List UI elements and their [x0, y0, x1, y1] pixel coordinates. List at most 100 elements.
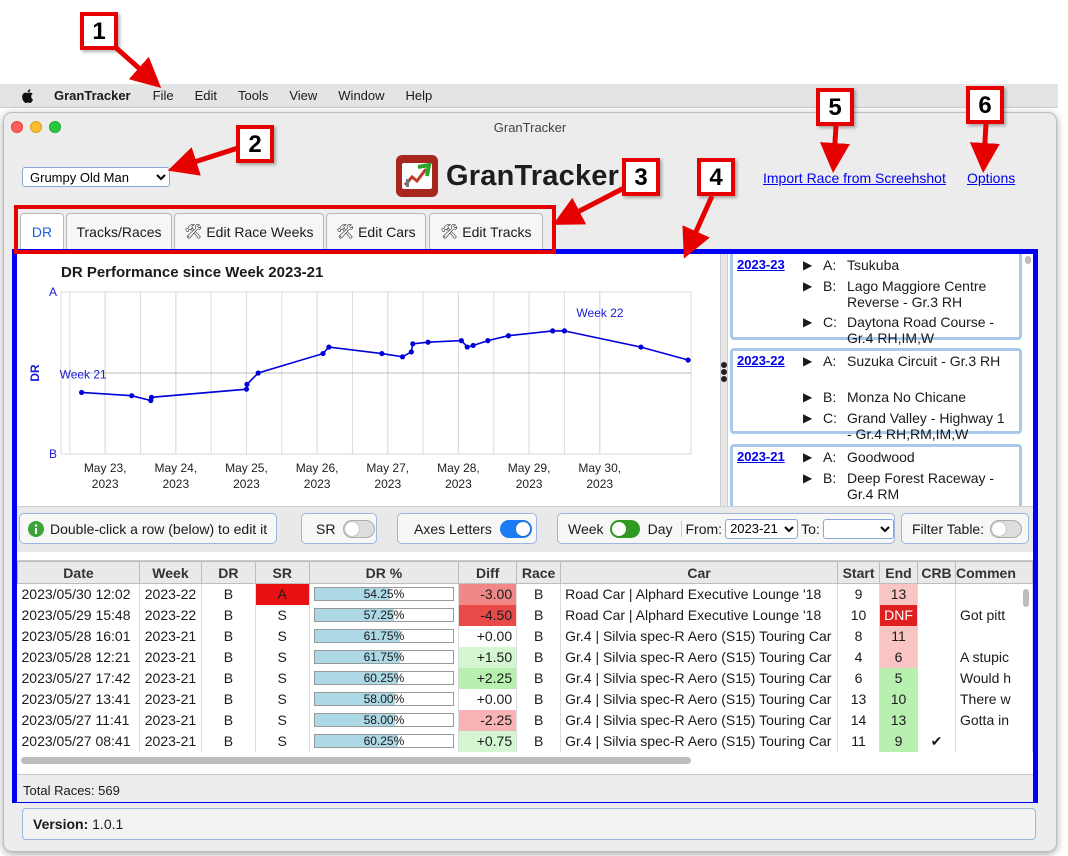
table-row[interactable]: 2023/05/27 08:41 2023-21 B S 60.25% +0.75 B Gr.…	[17, 730, 1033, 752]
callout-3: 3	[622, 158, 660, 196]
column-header[interactable]: DR %	[308, 561, 460, 584]
column-header[interactable]: Car	[560, 561, 839, 584]
cell-dr-pct: 61.75%	[309, 625, 460, 647]
weeks-scrollbar[interactable]	[1025, 256, 1031, 264]
cell-crb	[917, 604, 956, 626]
cell-diff: +0.00	[458, 688, 518, 710]
horizontal-scrollbar[interactable]	[21, 757, 691, 764]
column-header[interactable]: SR	[254, 561, 310, 584]
table-row[interactable]: 2023/05/28 12:21 2023-21 B S 61.75% +1.50 B Gr.…	[17, 646, 1033, 668]
cell-date: 2023/05/27 17:42	[17, 667, 140, 689]
x-tick-label: 2023	[92, 477, 119, 491]
profile-select[interactable]: Grumpy Old Man	[22, 167, 170, 187]
menu-help[interactable]: Help	[406, 88, 433, 103]
table-row[interactable]: 2023/05/27 13:41 2023-21 B S 58.00% +0.00 B Gr.…	[17, 688, 1033, 710]
callout-4: 4	[697, 158, 735, 196]
cell-date: 2023/05/27 08:41	[17, 730, 140, 752]
import-race-link[interactable]: Import Race from Screehshot	[763, 170, 946, 186]
track-entry: ▶ B: Monza No Chicane	[803, 389, 1013, 405]
sr-toggle-group: SR	[301, 513, 377, 544]
chart-logo-icon	[396, 155, 438, 197]
dr-progress-text: 57.25%	[363, 608, 405, 622]
cell-crb	[917, 688, 956, 710]
play-icon: ▶	[803, 471, 813, 485]
axes-letters-toggle[interactable]	[499, 519, 532, 538]
dr-progress-text: 60.25%	[363, 734, 405, 748]
column-header[interactable]: Diff	[458, 561, 518, 584]
cell-race: B	[516, 709, 562, 731]
data-point	[464, 344, 470, 350]
week-label: Week	[568, 520, 604, 537]
race-week-link[interactable]: 2023-21	[737, 449, 785, 464]
column-header[interactable]: Start	[837, 561, 881, 584]
cell-sr: S	[255, 604, 310, 626]
race-week-link[interactable]: 2023-22	[737, 353, 785, 368]
menu-file[interactable]: File	[153, 88, 174, 103]
logo-text: GranTracker	[446, 159, 620, 192]
x-tick-label: May 30,	[578, 461, 621, 475]
cell-start: 11	[837, 730, 881, 752]
table-row[interactable]: 2023/05/28 16:01 2023-21 B S 61.75% +0.00 B Gr.…	[17, 625, 1033, 647]
play-icon: ▶	[803, 279, 813, 293]
week-day-toggle[interactable]	[609, 519, 640, 538]
race-week-card: 2023-23 ▶ A: Tsukuba ▶ B: Lago Maggiore Centre…	[730, 254, 1022, 346]
column-header[interactable]: Date	[17, 561, 140, 584]
cell-dr-pct: 61.75%	[309, 646, 460, 668]
from-select[interactable]: 2023-21	[725, 518, 799, 539]
track-entry: ▶ A: Goodwood	[803, 449, 1013, 465]
cell-car: Gr.4 | Silvia spec-R Aero (S15) Touring …	[560, 667, 839, 689]
vertical-scrollbar[interactable]	[1023, 589, 1029, 607]
cell-end: 6	[879, 646, 919, 668]
x-tick-label: May 27,	[366, 461, 409, 475]
track-name: Suzuka Circuit - Gr.3 RH	[847, 353, 1001, 369]
to-select[interactable]	[822, 518, 894, 539]
cell-car: Road Car | Alphard Executive Lounge '18	[560, 583, 839, 605]
cell-sr: A	[255, 583, 310, 605]
menu-window[interactable]: Window	[338, 88, 384, 103]
cell-crb	[917, 667, 956, 689]
zoom-window-button[interactable]	[49, 121, 61, 133]
callout-1: 1	[80, 12, 118, 50]
data-point	[243, 386, 250, 392]
sr-toggle[interactable]	[343, 519, 376, 538]
table-row[interactable]: 2023/05/27 11:41 2023-21 B S 58.00% -2.25 B Gr.…	[17, 709, 1033, 731]
cell-crb	[917, 709, 956, 731]
split-grip-icon[interactable]	[720, 361, 728, 383]
filter-table-toggle[interactable]	[990, 519, 1023, 538]
close-window-button[interactable]	[11, 121, 23, 133]
cell-comment: Would h	[955, 667, 1033, 689]
table-row[interactable]: 2023/05/27 17:42 2023-21 B S 60.25% +2.25 B Gr.…	[17, 667, 1033, 689]
cell-crb	[917, 583, 956, 605]
menu-edit[interactable]: Edit	[195, 88, 217, 103]
minimize-window-button[interactable]	[30, 121, 42, 133]
column-header[interactable]: Race	[516, 561, 562, 584]
menu-view[interactable]: View	[289, 88, 317, 103]
cell-dr: B	[201, 730, 256, 752]
column-header[interactable]: Commen	[954, 561, 1033, 584]
menu-tools[interactable]: Tools	[238, 88, 268, 103]
cell-race: B	[516, 625, 562, 647]
cell-week: 2023-21	[139, 709, 202, 731]
x-tick-label: May 24,	[154, 461, 197, 475]
column-header[interactable]: DR	[200, 561, 256, 584]
column-header[interactable]: Week	[138, 561, 202, 584]
options-link[interactable]: Options	[967, 170, 1015, 186]
menu-app-name[interactable]: GranTracker	[54, 88, 131, 103]
cell-car: Road Car | Alphard Executive Lounge '18	[560, 604, 839, 626]
data-point	[326, 344, 332, 350]
cell-race: B	[516, 688, 562, 710]
apple-icon[interactable]	[20, 88, 36, 104]
track-name: Lago Maggiore Centre Reverse - Gr.3 RH	[847, 278, 987, 310]
cell-week: 2023-22	[139, 604, 202, 626]
track-name: Deep Forest Raceway - Gr.4 RM	[847, 470, 995, 502]
cell-start: 8	[837, 625, 881, 647]
race-week-link[interactable]: 2023-23	[737, 257, 785, 272]
table-row[interactable]: 2023/05/30 12:02 2023-22 B A 54.25% -3.00 B Roa…	[17, 583, 1033, 605]
column-header[interactable]: End	[879, 561, 919, 584]
table-row[interactable]: 2023/05/29 15:48 2023-22 B S 57.25% -4.50 B Roa…	[17, 604, 1033, 626]
cell-date: 2023/05/30 12:02	[17, 583, 140, 605]
data-point	[410, 341, 416, 347]
cell-start: 4	[837, 646, 881, 668]
filter-group: Filter Table:	[901, 513, 1029, 544]
column-header[interactable]: CRB	[917, 561, 956, 584]
